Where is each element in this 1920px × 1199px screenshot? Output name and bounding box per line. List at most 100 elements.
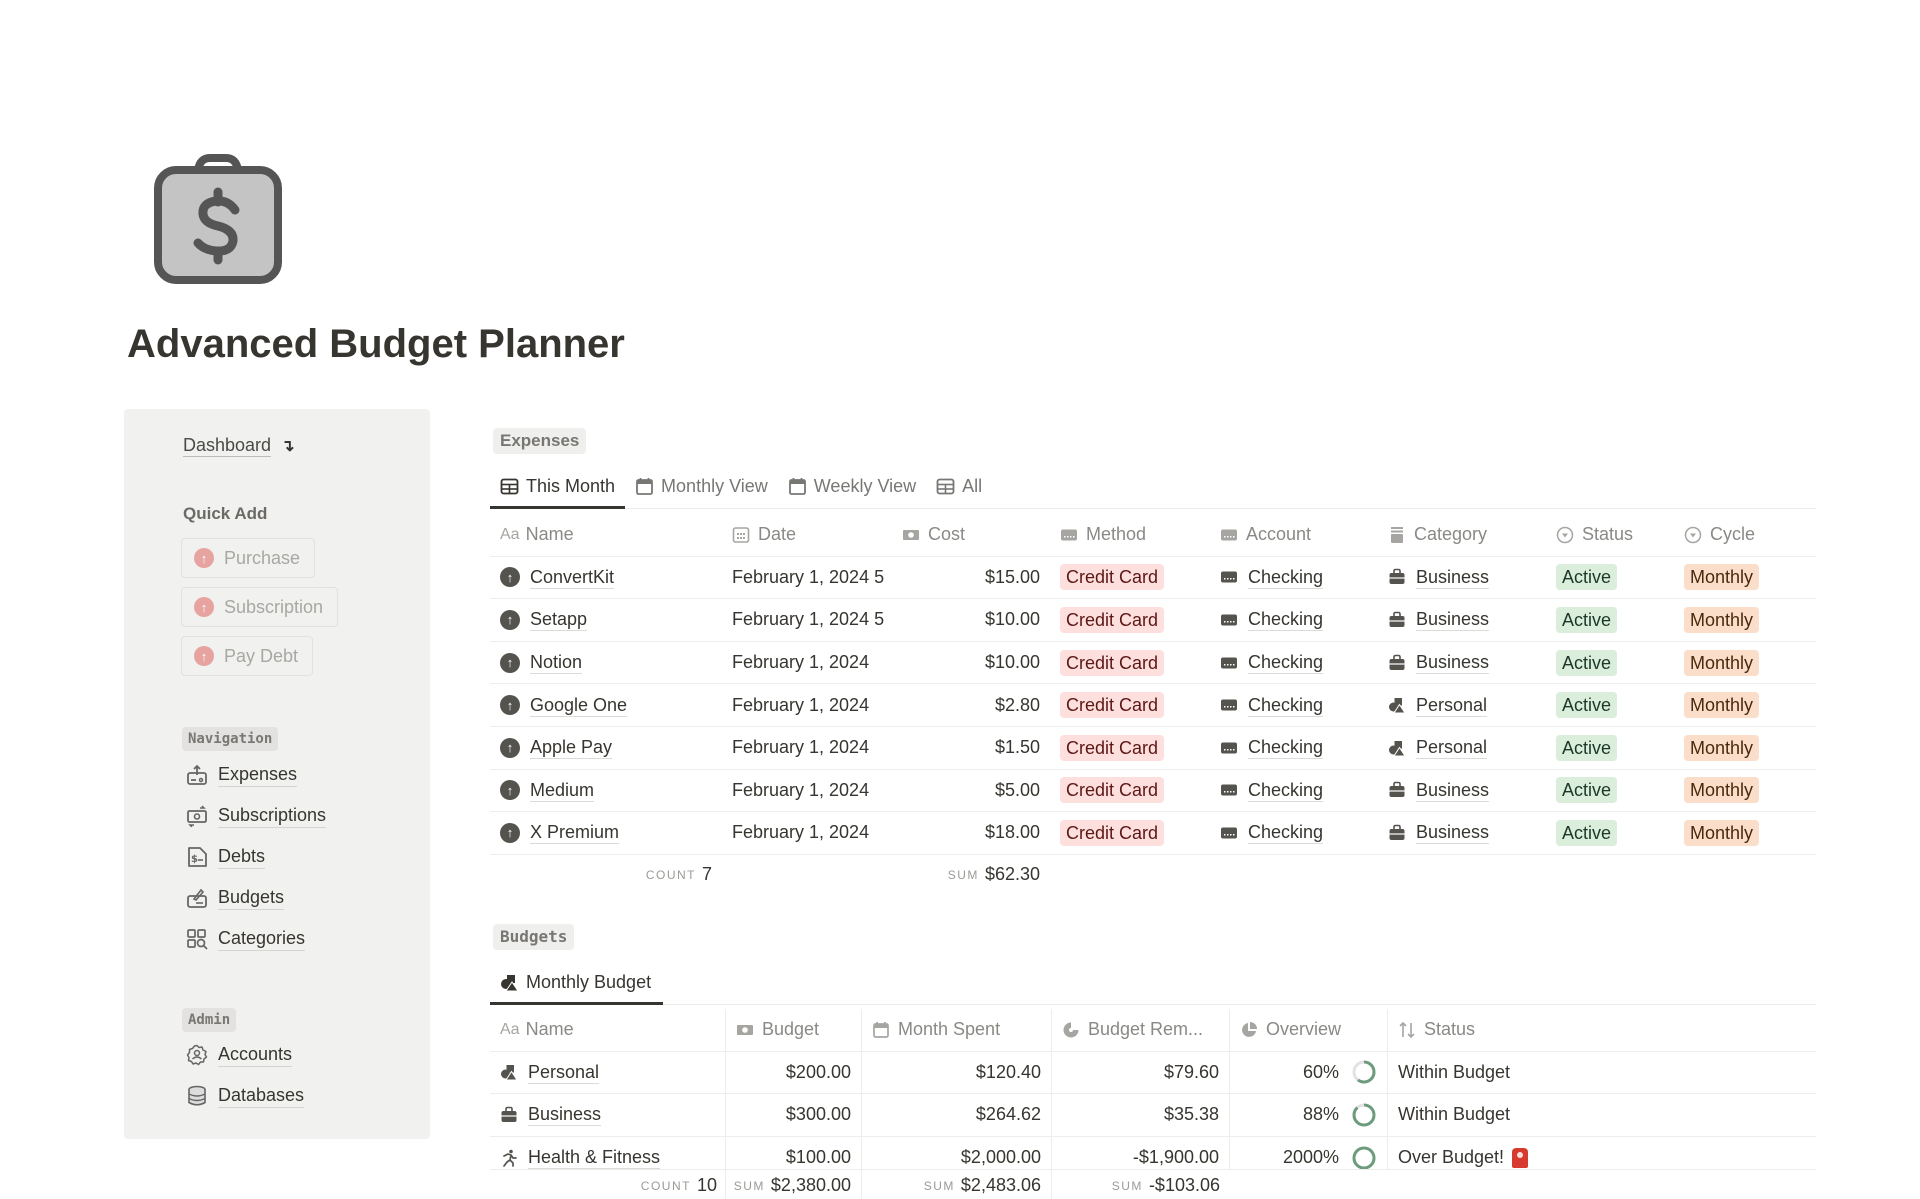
name-cell[interactable]: Business — [490, 1094, 726, 1136]
remaining-sum-calculation[interactable]: SUM -$103.06 — [1052, 1170, 1230, 1199]
category-cell[interactable]: Business — [1378, 599, 1546, 641]
table-row[interactable]: ↑ Notion February 1, 2024 $10.00 Credit Card… — [490, 642, 1816, 685]
account-link[interactable]: Checking — [1248, 566, 1324, 589]
category-cell[interactable]: Business — [1378, 770, 1546, 812]
column-header-method[interactable]: Method — [1050, 514, 1210, 556]
row-name-link[interactable]: X Premium — [530, 821, 620, 845]
row-name-link[interactable]: ConvertKit — [530, 566, 615, 589]
column-header-date[interactable]: Date — [722, 514, 892, 556]
nav-item-databases[interactable]: Databases — [186, 1084, 305, 1108]
name-cell[interactable]: ↑ Notion — [490, 642, 722, 684]
account-cell[interactable]: Checking — [1210, 599, 1378, 641]
account-cell[interactable]: Checking — [1210, 684, 1378, 726]
method-cell[interactable]: Credit Card — [1050, 684, 1210, 726]
account-link[interactable]: Checking — [1248, 608, 1324, 632]
name-cell[interactable]: ↑ Google One — [490, 684, 722, 726]
table-row[interactable]: ↑ Medium February 1, 2024 $5.00 Credit Card C… — [490, 770, 1816, 813]
account-cell[interactable]: Checking — [1210, 812, 1378, 854]
name-cell[interactable]: Personal — [490, 1051, 726, 1094]
table-row[interactable]: Health & Fitness $100.00 $2,000.00 -$1,900.… — [490, 1136, 1816, 1169]
status-cell[interactable]: Active — [1546, 727, 1674, 769]
account-link[interactable]: Checking — [1248, 821, 1324, 845]
column-header-category[interactable]: Category — [1378, 514, 1546, 556]
cycle-cell[interactable]: Monthly — [1674, 770, 1816, 812]
name-cell[interactable]: ↑ Medium — [490, 770, 722, 812]
nav-item-budgets[interactable]: Budgets — [186, 886, 285, 910]
name-cell[interactable]: ↑ X Premium — [490, 812, 722, 854]
row-name-link[interactable]: Notion — [530, 651, 583, 675]
table-row[interactable]: Personal $200.00 $120.40 $79.60 60% Within Bu… — [490, 1051, 1816, 1095]
method-cell[interactable]: Credit Card — [1050, 727, 1210, 769]
category-link[interactable]: Personal — [1416, 694, 1488, 717]
category-link[interactable]: Business — [1416, 821, 1490, 845]
account-cell[interactable]: Checking — [1210, 642, 1378, 684]
method-cell[interactable]: Credit Card — [1050, 812, 1210, 854]
column-header-status[interactable]: Status — [1546, 514, 1674, 556]
tab-weekly-view[interactable]: Weekly View — [778, 465, 926, 508]
column-header-cost[interactable]: Cost — [892, 514, 1050, 556]
budget-sum-calculation[interactable]: SUM $2,380.00 — [726, 1169, 862, 1199]
method-cell[interactable]: Credit Card — [1050, 599, 1210, 641]
category-link[interactable]: Business — [1416, 651, 1490, 675]
account-cell[interactable]: Checking — [1210, 727, 1378, 769]
column-header-budget[interactable]: Budget — [726, 1009, 862, 1051]
row-name-link[interactable]: Google One — [530, 694, 628, 717]
category-link[interactable]: Business — [1416, 608, 1490, 632]
tab-monthly-view[interactable]: Monthly View — [625, 465, 778, 508]
row-name-link[interactable]: Medium — [530, 779, 595, 802]
status-cell[interactable]: Active — [1546, 684, 1674, 726]
status-cell[interactable]: Active — [1546, 557, 1674, 599]
nav-item-accounts[interactable]: Accounts — [186, 1043, 293, 1067]
method-cell[interactable]: Credit Card — [1050, 770, 1210, 812]
row-name-link[interactable]: Apple Pay — [530, 736, 613, 760]
category-cell[interactable]: Business — [1378, 557, 1546, 599]
account-link[interactable]: Checking — [1248, 736, 1324, 760]
row-name-link[interactable]: Business — [528, 1103, 602, 1127]
cycle-cell[interactable]: Monthly — [1674, 684, 1816, 726]
tab-monthly-budget[interactable]: Monthly Budget — [490, 961, 664, 1005]
column-header-account[interactable]: Account — [1210, 514, 1378, 556]
name-cell[interactable]: ↑ ConvertKit — [490, 557, 722, 599]
nav-item-debts[interactable]: $ Debts — [186, 845, 266, 869]
count-calculation[interactable]: COUNT 10 — [490, 1169, 726, 1199]
column-header-name[interactable]: Aa Name — [490, 1009, 726, 1051]
nav-item-subscriptions[interactable]: Subscriptions — [186, 804, 327, 828]
table-row[interactable]: ↑ Setapp February 1, 2024 5 $10.00 Credit Ca… — [490, 599, 1816, 642]
name-cell[interactable]: Health & Fitness — [490, 1136, 726, 1169]
category-link[interactable]: Business — [1416, 779, 1490, 802]
column-header-budget-remaining[interactable]: Budget Rem... — [1052, 1009, 1230, 1051]
account-cell[interactable]: Checking — [1210, 770, 1378, 812]
nav-item-categories[interactable]: Categories — [186, 927, 306, 951]
cycle-cell[interactable]: Monthly — [1674, 727, 1816, 769]
name-cell[interactable]: ↑ Apple Pay — [490, 727, 722, 769]
tab-all[interactable]: All — [926, 465, 992, 508]
account-link[interactable]: Checking — [1248, 694, 1324, 717]
category-link[interactable]: Personal — [1416, 736, 1488, 760]
table-row[interactable]: ↑ X Premium February 1, 2024 $18.00 Credit C… — [490, 812, 1816, 855]
account-link[interactable]: Checking — [1248, 651, 1324, 675]
dashboard-link[interactable]: Dashboard ↴ — [183, 434, 294, 457]
column-header-name[interactable]: Aa Name — [490, 514, 722, 556]
account-cell[interactable]: Checking — [1210, 557, 1378, 599]
status-cell[interactable]: Active — [1546, 770, 1674, 812]
column-header-cycle[interactable]: Cycle — [1674, 514, 1816, 556]
sum-calculation[interactable]: SUM $62.30 — [892, 855, 1050, 895]
status-cell[interactable]: Active — [1546, 599, 1674, 641]
cycle-cell[interactable]: Monthly — [1674, 642, 1816, 684]
name-cell[interactable]: ↑ Setapp — [490, 599, 722, 641]
method-cell[interactable]: Credit Card — [1050, 642, 1210, 684]
table-row[interactable]: ↑ ConvertKit February 1, 2024 5 $15.00 Credi… — [490, 557, 1816, 600]
category-cell[interactable]: Personal — [1378, 727, 1546, 769]
table-row[interactable]: Business $300.00 $264.62 $35.38 88% Within Bu… — [490, 1094, 1816, 1137]
method-cell[interactable]: Credit Card — [1050, 557, 1210, 599]
account-link[interactable]: Checking — [1248, 779, 1324, 802]
column-header-month-spent[interactable]: Month Spent — [862, 1009, 1052, 1051]
status-cell[interactable]: Active — [1546, 642, 1674, 684]
row-name-link[interactable]: Health & Fitness — [528, 1146, 661, 1169]
quick-add-purchase-button[interactable]: ↑ Purchase — [181, 538, 316, 578]
category-cell[interactable]: Personal — [1378, 684, 1546, 726]
status-cell[interactable]: Active — [1546, 812, 1674, 854]
table-row[interactable]: ↑ Apple Pay February 1, 2024 $1.50 Credit Ca… — [490, 727, 1816, 770]
quick-add-subscription-button[interactable]: ↑ Subscription — [181, 587, 339, 627]
row-name-link[interactable]: Setapp — [530, 608, 588, 632]
